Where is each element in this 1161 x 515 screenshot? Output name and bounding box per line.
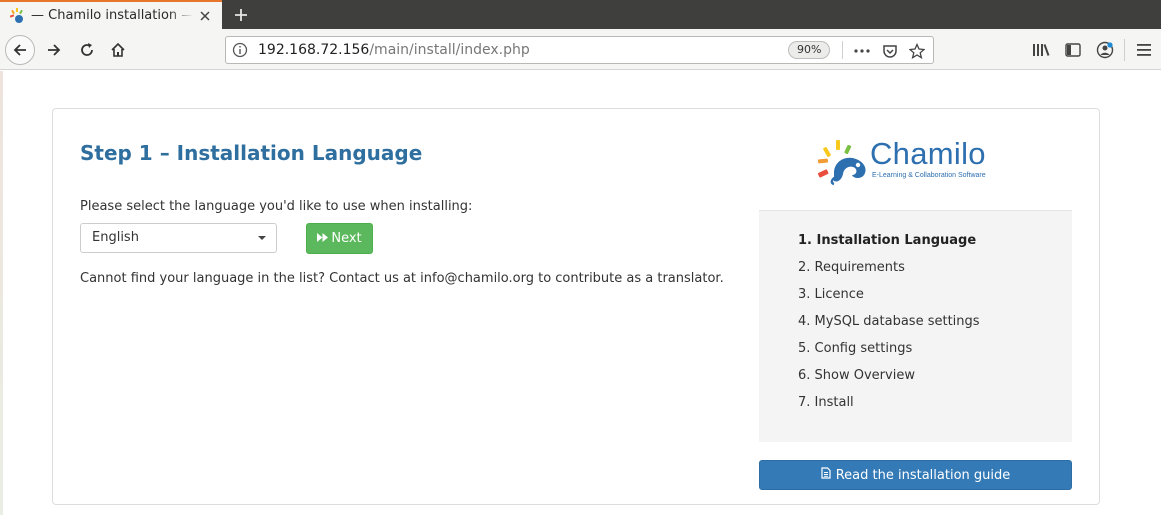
language-select-value: English (92, 230, 139, 245)
read-installation-guide-button[interactable]: Read the installation guide (759, 460, 1072, 490)
pocket-icon[interactable] (880, 41, 900, 61)
site-info-icon[interactable] (232, 42, 248, 58)
fast-forward-icon (317, 231, 329, 246)
close-tab-icon[interactable] (196, 7, 214, 25)
page-left-edge (0, 71, 3, 515)
guide-button-label: Read the installation guide (835, 467, 1011, 483)
home-icon[interactable] (104, 36, 132, 64)
step-item: 1. Installation Language (798, 233, 977, 248)
step-item: 5. Config settings (798, 341, 913, 356)
url-path: /main/install/index.php (369, 42, 530, 58)
document-icon (821, 467, 831, 483)
library-icon[interactable] (1030, 39, 1052, 61)
zoom-level-badge[interactable]: 90% (788, 41, 831, 59)
chamilo-chameleon-icon (817, 140, 866, 186)
url-bar-divider (842, 41, 843, 59)
caret-down-icon (258, 236, 266, 240)
chamilo-logo: Chamilo E-Learning & Collaboration Softw… (816, 136, 1016, 187)
translator-help-text: Cannot find your language in the list? C… (80, 271, 724, 286)
forward-arrow-icon[interactable] (40, 36, 68, 64)
next-button[interactable]: Next (306, 223, 373, 254)
page-title: Step 1 – Installation Language (80, 141, 423, 165)
chamilo-favicon-icon (9, 7, 25, 24)
step-item: 7. Install (798, 395, 854, 410)
logo-tagline: E-Learning & Collaboration Software (872, 172, 986, 179)
step-item: 4. MySQL database settings (798, 314, 980, 329)
step-item: 2. Requirements (798, 260, 905, 275)
navigation-toolbar: 192.168.72.156/main/install/index.php 90… (0, 29, 1161, 70)
next-button-label: Next (331, 231, 362, 246)
tab-title: — Chamilo installation — Mozilla Firefox (31, 8, 193, 23)
toolbar-divider (1124, 39, 1125, 61)
new-tab-plus-icon[interactable] (229, 3, 253, 27)
page-actions-ellipsis-icon[interactable] (852, 41, 872, 61)
installation-panel: Step 1 – Installation Language Please se… (52, 108, 1100, 505)
hamburger-menu-icon[interactable] (1133, 39, 1155, 61)
url-text: 192.168.72.156/main/install/index.php (258, 42, 530, 58)
web-page: Step 1 – Installation Language Please se… (0, 71, 1161, 515)
bookmark-star-icon[interactable] (907, 41, 927, 61)
installation-steps-list: 1. Installation Language 2. Requirements 3… (759, 210, 1072, 442)
language-select[interactable]: English (80, 223, 277, 253)
back-arrow-icon[interactable] (5, 35, 35, 65)
tab-bar: — Chamilo installation — Mozilla Firefox (0, 0, 1161, 29)
step-item: 6. Show Overview (798, 368, 915, 383)
url-host: 192.168.72.156 (258, 42, 370, 58)
url-bar[interactable]: 192.168.72.156/main/install/index.php 90… (225, 36, 934, 64)
language-select-prompt: Please select the language you'd like to… (80, 199, 473, 214)
logo-wordmark: Chamilo (870, 136, 986, 171)
steps-ordered-list: 1. Installation Language 2. Requirements 3… (798, 233, 980, 422)
reload-icon[interactable] (73, 36, 101, 64)
tab-chamilo-installation[interactable]: — Chamilo installation — Mozilla Firefox (0, 0, 222, 29)
account-avatar-icon[interactable] (1094, 39, 1116, 61)
step-item: 3. Licence (798, 287, 864, 302)
sidebar-toggle-icon[interactable] (1062, 39, 1084, 61)
